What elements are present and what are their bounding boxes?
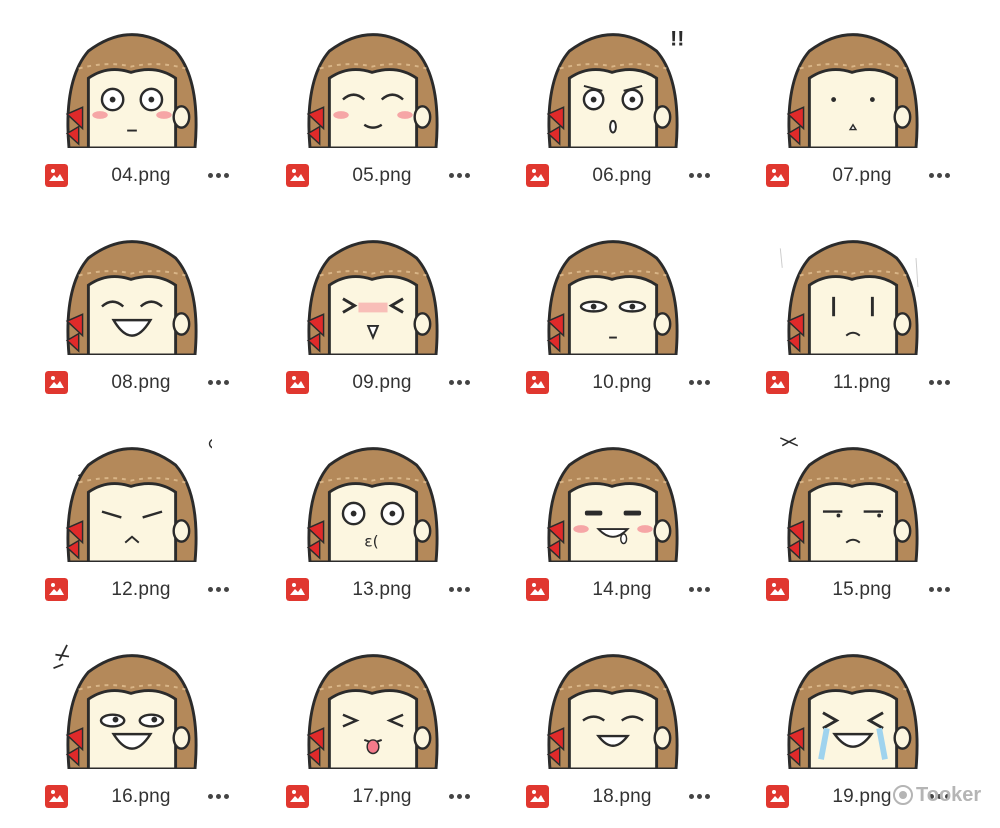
file-name: 17.png [352,786,412,807]
image-thumbnail[interactable] [773,643,933,769]
file-tile[interactable]: 08.png [0,207,241,414]
more-horizontal-icon[interactable] [441,783,477,809]
image-file-icon [766,164,789,187]
watermark-text: Tooker [916,783,982,806]
more-horizontal-icon[interactable] [441,369,477,395]
more-horizontal-icon[interactable] [681,369,717,395]
image-file-icon [766,578,789,601]
file-tile[interactable]: 11.png [721,207,962,414]
image-thumbnail[interactable] [533,229,693,355]
more-horizontal-icon[interactable] [200,369,236,395]
file-tile[interactable]: ε( 13.png [241,414,482,621]
more-horizontal-icon[interactable] [921,369,957,395]
image-thumbnail[interactable] [293,229,453,355]
image-thumbnail[interactable] [773,22,933,148]
image-file-icon [286,578,309,601]
image-thumbnail[interactable] [293,22,453,148]
more-horizontal-icon[interactable] [921,162,957,188]
image-thumbnail[interactable] [533,643,693,769]
image-file-icon [526,578,549,601]
more-horizontal-icon[interactable] [200,576,236,602]
file-name: 16.png [111,786,171,807]
file-name: 08.png [111,372,171,393]
more-horizontal-icon[interactable] [200,162,236,188]
image-thumbnail[interactable] [773,436,933,562]
file-tile[interactable]: 15.png [721,414,962,621]
file-name: 11.png [833,372,891,393]
image-file-icon [766,785,789,808]
file-tile[interactable]: 10.png [481,207,722,414]
image-thumbnail[interactable] [52,22,212,148]
image-thumbnail[interactable] [533,436,693,562]
image-file-icon [45,785,68,808]
more-horizontal-icon[interactable] [200,783,236,809]
image-file-icon [526,164,549,187]
more-horizontal-icon[interactable] [681,162,717,188]
file-tile[interactable]: !! 06.png [481,0,722,207]
image-file-icon [286,371,309,394]
image-thumbnail[interactable] [52,643,212,769]
file-name: 14.png [592,579,652,600]
image-thumbnail[interactable] [293,643,453,769]
file-tile[interactable]: 04.png [0,0,241,207]
file-name: 15.png [832,579,892,600]
watermark: Tooker [893,781,981,809]
file-tile[interactable]: 18.png [481,621,722,828]
more-horizontal-icon[interactable] [681,576,717,602]
file-name: 12.png [111,579,171,600]
image-file-icon [45,371,68,394]
more-horizontal-icon[interactable] [441,162,477,188]
file-tile[interactable]: 12.png [0,414,241,621]
image-file-icon [45,578,68,601]
svg-text:!!: !! [670,26,684,50]
file-name: 06.png [592,165,652,186]
image-file-icon [45,164,68,187]
more-horizontal-icon[interactable] [681,783,717,809]
image-thumbnail[interactable]: !! [533,22,693,148]
image-file-icon [526,785,549,808]
file-name: 18.png [592,786,652,807]
file-tile[interactable]: 09.png [241,207,482,414]
file-grid: 04.png 05.png !! 06.png 07.png 08.png 09… [0,0,1000,815]
file-name: 09.png [352,372,412,393]
image-file-icon [286,785,309,808]
file-name: 10.png [592,372,652,393]
svg-text:ε(: ε( [364,532,378,550]
file-tile[interactable]: 14.png [481,414,722,621]
more-horizontal-icon[interactable] [441,576,477,602]
file-name: 05.png [352,165,412,186]
file-tile[interactable]: 17.png [241,621,482,828]
image-thumbnail[interactable]: ε( [293,436,453,562]
file-name: 13.png [352,579,412,600]
image-thumbnail[interactable] [52,229,212,355]
image-file-icon [526,371,549,394]
watermark-logo-icon [893,785,913,805]
image-file-icon [766,371,789,394]
file-tile[interactable]: 07.png [721,0,962,207]
file-name: 04.png [111,165,171,186]
image-thumbnail[interactable] [52,436,212,562]
image-file-icon [286,164,309,187]
more-horizontal-icon[interactable] [921,576,957,602]
file-name: 07.png [832,165,892,186]
file-tile[interactable]: 16.png [0,621,241,828]
file-tile[interactable]: 05.png [241,0,482,207]
image-thumbnail[interactable] [773,229,933,355]
